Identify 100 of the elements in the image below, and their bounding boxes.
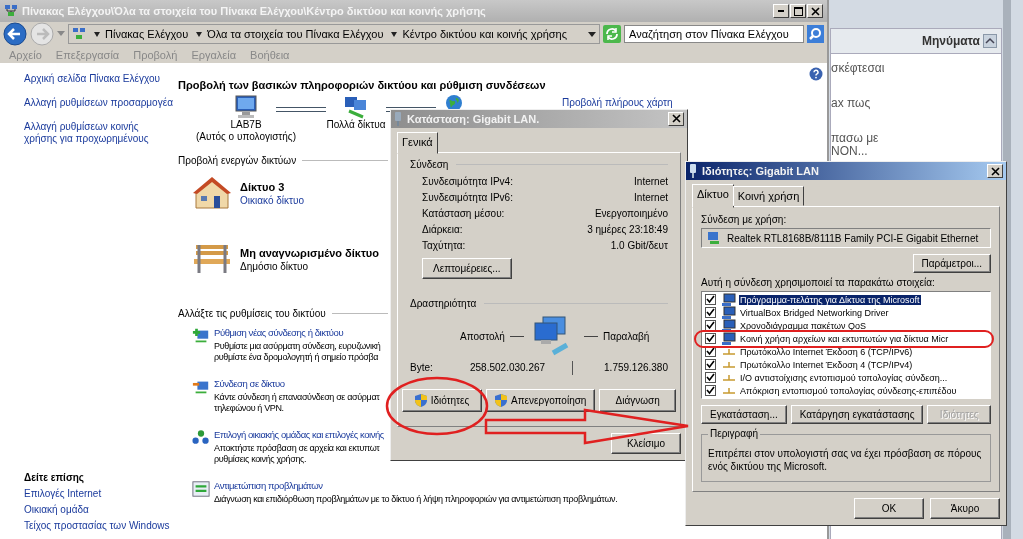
sidebar-link[interactable]: Αρχική σελίδα Πίνακα Ελέγχου [24,73,174,85]
task-link[interactable]: Αντιμετώπιση προβλημάτων [214,480,618,491]
task-description: Ρυθμίστε μια ασύρματη σύνδεση, ευρυζωνική [214,341,381,352]
action-button[interactable]: Διάγνωση [599,388,676,412]
tab[interactable]: Γενικά [397,131,438,154]
task-description: Αποκτήστε πρόσβαση σε αρχεία και εκτυπωτ [214,443,381,454]
breadcrumb[interactable]: Πίνακας Ελέγχου [105,28,189,40]
monitor-icon [722,292,736,307]
task-link[interactable]: Ρύθμιση νέας σύνδεσης ή δικτύου [214,327,381,338]
search-icon[interactable] [807,25,824,43]
close-button[interactable] [807,4,823,18]
caret-icon[interactable] [391,31,398,37]
refresh-button[interactable] [603,25,621,43]
network-add-icon [192,327,210,345]
checkbox[interactable] [705,346,716,357]
full-map-link[interactable]: Προβολή πλήρους χάρτη [562,97,673,108]
maximize-icon [793,6,803,16]
see-also-link[interactable]: Επιλογές Internet [24,488,178,499]
see-also-link[interactable]: Τείχος προστασίας των Windows [24,520,178,531]
list-item[interactable]: I/O αντιστοίχισης εντοπισμού τοπολογίας σύνδεση... [739,372,949,383]
minimize-button[interactable] [773,4,789,18]
homegroup-icon [192,429,210,447]
group-label: Περιγραφή [708,428,761,439]
list-item[interactable]: Πρόγραμμα-πελάτης για Δίκτυα της Microsoft [739,294,921,305]
ok-button[interactable]: OK [854,498,924,519]
network-icon [4,4,18,18]
sidebar-link[interactable]: Αλλαγή ρυθμίσεων κοινής χρήσης για προχωρημένους [24,121,174,145]
back-button[interactable] [3,22,27,46]
network-cable-icon [394,111,402,126]
computer-name: LAB7B [230,119,262,131]
computer-icon [233,95,259,119]
list-item[interactable]: Απόκριση εντοπισμού τοπολογίας σύνδεσης-επιπέδου [739,385,958,396]
checkbox[interactable] [705,372,716,383]
field-label: Συνδεσιμότητα IPv6: [422,191,513,203]
network-label: Πολλά δίκτυα [326,119,386,131]
action-button[interactable]: Ιδιότητες [402,388,482,412]
network-type-link[interactable]: Οικιακό δίκτυο [240,194,304,206]
address-field[interactable]: Πίνακας Ελέγχου Όλα τα στοιχεία του Πίνακα Ελέγχου Κέντρο δικτύου και κοινής χρήσης [68,24,600,44]
task-description: τηλεφώνου ή VPN. [214,403,285,414]
task-description: ρυθμίσεις κοινής χρήσης. [214,454,308,465]
help-icon[interactable] [809,67,823,81]
field-label: Ταχύτητα: [422,239,466,251]
collapse-icon[interactable] [983,34,997,48]
close-button[interactable] [987,164,1003,178]
bytes-sent: 258.502.030.267 [470,362,547,374]
network-icon [343,95,369,119]
checkbox[interactable] [705,385,716,396]
tab[interactable]: Κοινή χρήση [732,186,805,206]
task-description: ρυθμίστε ένα δρομολογητή ή σημείο πρόσβα [214,352,380,363]
tab[interactable]: Δίκτυο [692,184,734,208]
action-button[interactable]: Απενεργοποίηση [486,388,596,412]
checkbox[interactable] [705,294,716,305]
bytes-label: Byte: [410,362,434,374]
field-label: Συνδεσιμότητα IPv4: [422,175,513,187]
caret-icon[interactable] [196,31,203,37]
sidebar-link[interactable]: Αλλαγή ρυθμίσεων προσαρμογέα [24,97,174,109]
checkbox[interactable] [705,307,716,318]
cancel-button[interactable]: Άκυρο [930,498,1000,519]
connection-line [276,107,326,112]
window-title: Πίνακας Ελέγχου\Όλα τα στοιχεία του Πίνακα Ελέγχου\Κέντρο δικτύου και κοινής χρήσης [22,5,487,17]
see-also-link[interactable]: Οικιακή ομάδα [24,504,178,515]
network-name: Δίκτυο 3 [240,180,286,193]
list-item[interactable]: VirtualBox Bridged Networking Driver [739,307,890,318]
field-label: Διάρκεια: [422,223,463,235]
network-icon [72,27,86,41]
action-button[interactable]: Εγκατάσταση... [701,405,787,424]
caret-icon[interactable] [94,31,100,37]
dropdown-caret-icon[interactable] [588,31,596,37]
adapter-icon [707,231,721,245]
close-dialog-button[interactable]: Κλείσιμο [611,433,681,454]
maximize-button[interactable] [790,4,806,18]
message-snippet: σκέφτεσαι [831,62,886,75]
house-icon [192,176,232,210]
checkbox[interactable] [705,320,716,331]
message-snippet: πασω με [831,132,880,145]
checkbox[interactable] [705,359,716,370]
details-button[interactable]: Λεπτομέρειες... [422,257,512,279]
sent-label: Αποστολή [460,331,505,343]
received-label: Παραλαβή [602,331,650,343]
network-type: Δημόσιο δίκτυο [240,260,310,272]
field-value: Ενεργοποιημένο [594,207,668,219]
checkbox[interactable] [705,333,716,344]
list-item[interactable]: Πρωτόκολλο Internet Έκδοση 4 (TCP/IPv4) [739,359,914,370]
task-description: Κάντε σύνδεση ή επανασύνδεση σε ασύρματ [214,392,380,403]
minimize-icon [778,10,784,12]
breadcrumb[interactable]: Κέντρο δικτύου και κοινής χρήσης [402,28,568,40]
task-link[interactable]: Επιλογή οικιακής ομάδας και επιλογές κοινής [214,429,384,440]
section-heading: Αλλάξτε τις ρυθμίσεις του δικτύου [178,308,326,319]
monitor-icon [722,318,736,333]
adapter-field: Realtek RTL8168B/8111B Family PCI-E Gigabit Ethernet [701,228,991,248]
configure-button[interactable]: Παράμετροι... [912,254,991,273]
breadcrumb[interactable]: Όλα τα στοιχεία του Πίνακα Ελέγχου [207,28,384,40]
field-value: Internet [634,191,668,203]
action-button[interactable]: Κατάργηση εγκατάστασης [790,405,924,424]
list-item[interactable]: Πρωτόκολλο Internet Έκδοση 6 (TCP/IPv6) [739,346,914,357]
task-link[interactable]: Σύνδεση σε δίκτυο [214,378,380,389]
network-name: Μη αναγνωρισμένο δίκτυο [240,246,379,259]
troubleshoot-icon [192,480,210,498]
search-field[interactable]: Αναζήτηση στον Πίνακα Ελέγχου [624,25,804,43]
monitor-icon [722,331,736,346]
